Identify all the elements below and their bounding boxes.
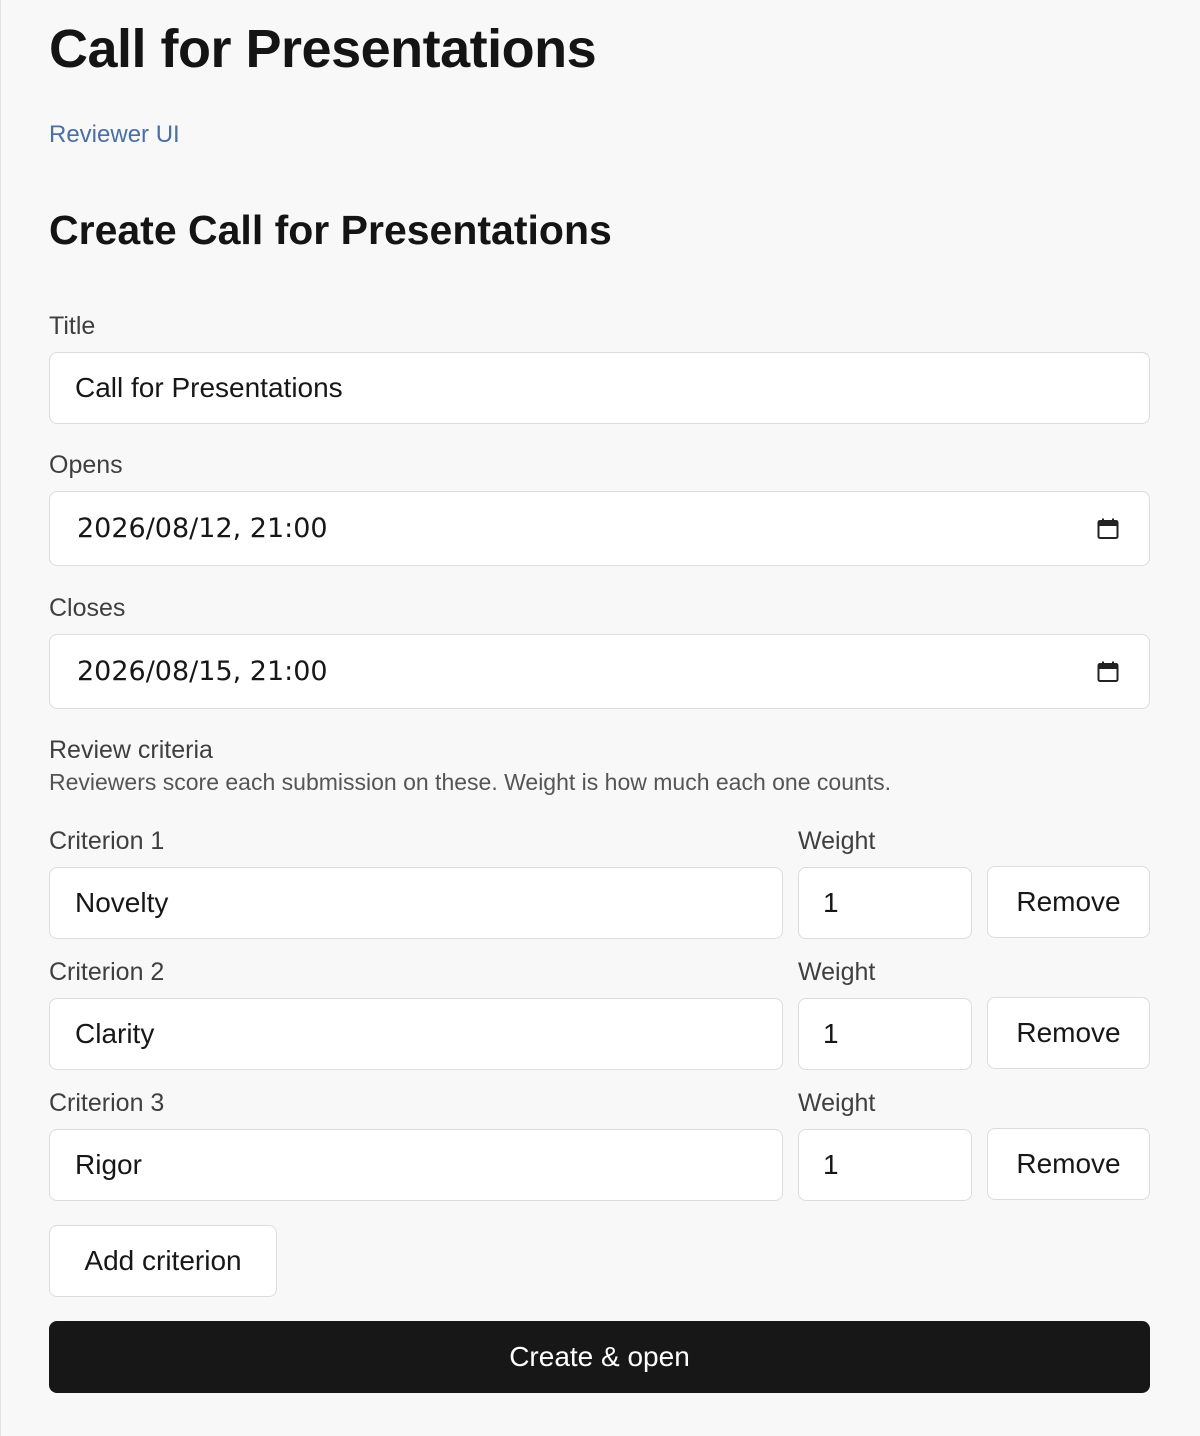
calendar-icon[interactable] bbox=[1097, 661, 1119, 683]
criterion-2-weight-input[interactable]: 1 bbox=[798, 998, 972, 1070]
closes-value: 2026/08/15, 21:00 bbox=[77, 656, 328, 687]
criterion-2-value: Clarity bbox=[75, 1018, 155, 1049]
criterion-3-value: Rigor bbox=[75, 1149, 142, 1180]
opens-datetime-input[interactable]: 2026/08/12, 21:00 bbox=[49, 491, 1150, 566]
criterion-1-remove-button[interactable]: Remove bbox=[987, 866, 1150, 938]
closes-label: Closes bbox=[49, 594, 126, 622]
title-input[interactable]: Call for Presentations bbox=[49, 352, 1150, 424]
criterion-3-weight-input[interactable]: 1 bbox=[798, 1129, 972, 1201]
criterion-3-weight-value: 1 bbox=[823, 1149, 839, 1180]
criterion-2-weight-label: Weight bbox=[798, 958, 876, 986]
title-label: Title bbox=[49, 312, 96, 340]
calendar-icon[interactable] bbox=[1097, 518, 1119, 540]
criterion-3-input[interactable]: Rigor bbox=[49, 1129, 783, 1201]
closes-datetime-input[interactable]: 2026/08/15, 21:00 bbox=[49, 634, 1150, 709]
criterion-3-weight-label: Weight bbox=[798, 1089, 876, 1117]
criterion-1-label: Criterion 1 bbox=[49, 827, 165, 855]
page-title: Call for Presentations bbox=[49, 19, 597, 79]
criterion-2-weight-value: 1 bbox=[823, 1018, 839, 1049]
criterion-1-weight-value: 1 bbox=[823, 887, 839, 918]
opens-label: Opens bbox=[49, 451, 123, 479]
add-criterion-button[interactable]: Add criterion bbox=[49, 1225, 277, 1297]
reviewer-ui-link[interactable]: Reviewer UI bbox=[49, 123, 180, 147]
form-heading: Create Call for Presentations bbox=[49, 207, 612, 253]
criterion-2-label: Criterion 2 bbox=[49, 958, 165, 986]
criterion-3-label: Criterion 3 bbox=[49, 1089, 165, 1117]
criterion-1-weight-label: Weight bbox=[798, 827, 876, 855]
criterion-3-remove-button[interactable]: Remove bbox=[987, 1128, 1150, 1200]
criterion-2-remove-button[interactable]: Remove bbox=[987, 997, 1150, 1069]
review-criteria-hint: Reviewers score each submission on these… bbox=[49, 769, 892, 795]
title-input-value: Call for Presentations bbox=[75, 372, 343, 403]
create-and-open-button[interactable]: Create & open bbox=[49, 1321, 1150, 1393]
criterion-1-weight-input[interactable]: 1 bbox=[798, 867, 972, 939]
review-criteria-heading: Review criteria bbox=[49, 736, 213, 764]
criterion-2-input[interactable]: Clarity bbox=[49, 998, 783, 1070]
criterion-1-value: Novelty bbox=[75, 887, 169, 918]
opens-value: 2026/08/12, 21:00 bbox=[77, 513, 328, 544]
criterion-1-input[interactable]: Novelty bbox=[49, 867, 783, 939]
